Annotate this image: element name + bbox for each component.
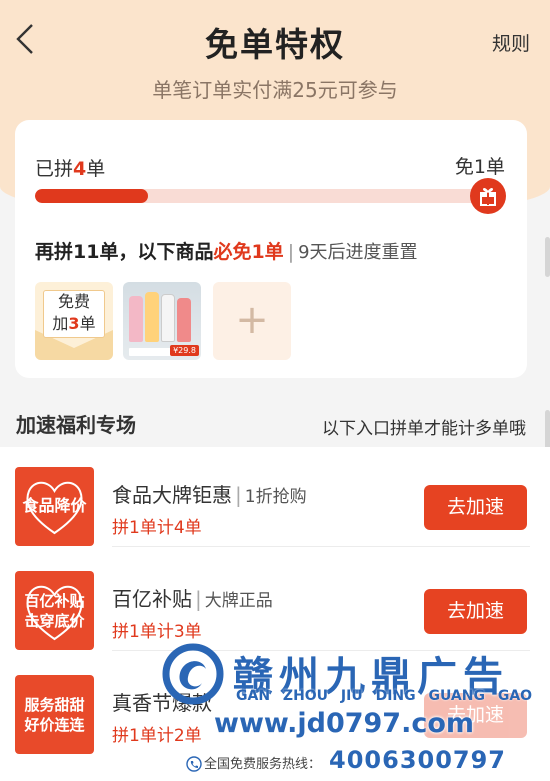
row-divider [112, 546, 530, 547]
free-bonus-suffix: 单 [79, 314, 96, 333]
page-title: 免单特权 [205, 25, 345, 64]
hint-separator: | [287, 241, 295, 263]
feature-badge-food: 食品降价 [15, 467, 94, 546]
watermark-overlay: 赣州九鼎广告 GAN ZHOU JIU DING GUANG GAO www.j… [158, 640, 550, 781]
free-bonus-prefix: 加 [52, 314, 69, 333]
progress-bar-fill [35, 189, 148, 203]
progress-count: 4 [73, 158, 87, 180]
progress-status: 已拼4单 [35, 154, 105, 181]
section-title: 加速福利专场 [16, 413, 136, 437]
feature-title: 百亿补贴 | 大牌正品 [112, 583, 273, 612]
gift-icon [470, 178, 506, 214]
rules-link[interactable]: 规则 [492, 29, 530, 56]
feature-badge-text: 服务甜甜 [24, 696, 85, 714]
feature-separator: | [195, 587, 202, 611]
bottle-graphic [129, 296, 143, 342]
progress-card: 已拼4单 免1单 再拼11单，以下商品必免1单|9天后进度重置 免费 加3单 [15, 120, 527, 378]
product-thumbnail[interactable]: ¥29.8 [123, 282, 201, 360]
product-caption-strip [129, 348, 173, 356]
free-bonus-card[interactable]: 免费 加3单 [35, 282, 113, 360]
feature-separator: | [235, 483, 242, 507]
progress-hint: 再拼11单，以下商品必免1单 | 9天后进度重置 [35, 237, 418, 264]
feature-count: 拼1单计4单 [112, 518, 202, 538]
feature-name: 百亿补贴 [112, 587, 192, 611]
feature-row: 食品降价 食品大牌钜惠 | 1折抢购 拼1单计4单 去加速 [0, 447, 550, 547]
bottle-graphic [161, 294, 175, 342]
watermark-hotline: 全国免费服务热线： 4006300797 [186, 746, 506, 774]
free-bonus-line1: 免费 [57, 292, 90, 311]
progress-bar [35, 189, 485, 203]
page-header: 免单特权 规则 单笔订单实付满25元可参与 [0, 0, 550, 102]
progress-suffix: 单 [86, 158, 106, 180]
feature-badge-text: 好价连连 [24, 716, 85, 734]
feature-tag: 大牌正品 [204, 591, 273, 611]
free-bonus-label: 免费 加3单 [43, 290, 105, 338]
feature-badge-subsidy: 百亿补贴 击穿底价 [15, 571, 94, 650]
feature-badge-text: 击穿底价 [24, 612, 85, 630]
feature-tag: 1折抢购 [244, 487, 307, 507]
hint-highlight: 必免1单 [213, 241, 284, 263]
watermark-url: www.jd0797.com [214, 708, 475, 739]
hotline-number: 4006300797 [329, 746, 507, 774]
feature-count: 拼1单计3单 [112, 622, 202, 642]
feature-name: 食品大牌钜惠 [112, 483, 232, 507]
watermark-logo-icon [162, 643, 224, 705]
feature-badge-service: 服务甜甜 好价连连 [15, 675, 94, 754]
bottle-graphic [177, 298, 191, 342]
feature-badge-text: 百亿补贴 [24, 592, 85, 610]
section-note: 以下入口拼单才能计多单哦 [322, 419, 526, 439]
watermark-pinyin: GAN ZHOU JIU DING GUANG GAO [236, 688, 533, 704]
free-bonus-count: 3 [68, 314, 80, 333]
phone-icon [186, 755, 202, 772]
free-bonus-line2: 加3单 [44, 313, 104, 335]
hint-reset-note: 9天后进度重置 [298, 242, 418, 263]
plus-icon: + [235, 297, 269, 343]
bottle-graphic [145, 292, 159, 342]
accelerate-button[interactable]: 去加速 [424, 485, 527, 530]
hotline-label: 全国免费服务热线： [204, 757, 322, 772]
scroll-indicator [545, 237, 550, 277]
product-price: ¥29.8 [170, 345, 199, 356]
feature-title: 食品大牌钜惠 | 1折抢购 [112, 479, 307, 508]
add-product-button[interactable]: + [213, 282, 291, 360]
page-subtitle: 单笔订单实付满25元可参与 [152, 78, 398, 102]
progress-goal: 免1单 [454, 156, 505, 178]
progress-prefix: 已拼 [35, 158, 74, 180]
hint-text: 再拼11单，以下商品 [35, 241, 214, 263]
feature-badge-text: 食品降价 [22, 496, 87, 515]
scroll-indicator [545, 410, 550, 450]
accelerate-button[interactable]: 去加速 [424, 589, 527, 634]
feature-row: 百亿补贴 击穿底价 百亿补贴 | 大牌正品 拼1单计3单 去加速 [0, 551, 550, 651]
